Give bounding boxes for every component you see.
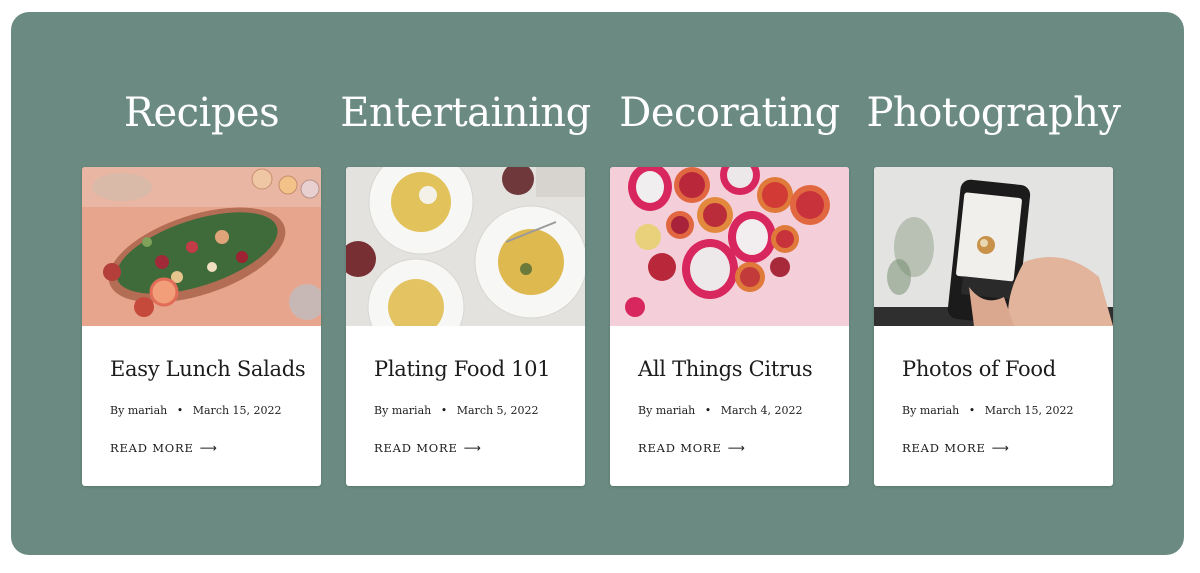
- post-title[interactable]: Easy Lunch Salads: [110, 357, 310, 381]
- read-more-label: READ MORE: [110, 441, 194, 455]
- post-title[interactable]: All Things Citrus: [638, 357, 838, 381]
- arrow-right-icon: ⟶: [463, 441, 482, 455]
- phone-photographing-food-image: [874, 167, 1113, 326]
- post-card[interactable]: Easy Lunch Salads By mariah • March 15, …: [82, 167, 321, 486]
- read-more-label: READ MORE: [902, 441, 986, 455]
- author-prefix: By: [902, 404, 917, 417]
- arrow-right-icon: ⟶: [199, 441, 218, 455]
- arrow-right-icon: ⟶: [727, 441, 746, 455]
- post-thumbnail[interactable]: [346, 167, 585, 326]
- read-more-link[interactable]: READ MORE ⟶: [374, 441, 482, 455]
- category-title[interactable]: Decorating: [580, 90, 879, 136]
- category-title[interactable]: Photography: [844, 90, 1143, 136]
- author-link[interactable]: mariah: [128, 404, 167, 417]
- post-thumbnail[interactable]: [82, 167, 321, 326]
- author-prefix: By: [110, 404, 125, 417]
- separator-dot: •: [176, 404, 184, 417]
- pasta-plates-image: [346, 167, 585, 326]
- read-more-link[interactable]: READ MORE ⟶: [638, 441, 746, 455]
- read-more-link[interactable]: READ MORE ⟶: [902, 441, 1010, 455]
- post-meta: By mariah • March 5, 2022: [374, 404, 539, 417]
- separator-dot: •: [968, 404, 976, 417]
- category-panel: Recipes Easy Lunch Salads By mariah • Ma…: [11, 12, 1184, 555]
- citrus-dragonfruit-image: [610, 167, 849, 326]
- read-more-label: READ MORE: [638, 441, 722, 455]
- author-prefix: By: [638, 404, 653, 417]
- category-title[interactable]: Recipes: [52, 90, 351, 136]
- separator-dot: •: [704, 404, 712, 417]
- post-title[interactable]: Plating Food 101: [374, 357, 574, 381]
- arrow-right-icon: ⟶: [991, 441, 1010, 455]
- post-date: March 15, 2022: [984, 404, 1074, 417]
- post-title[interactable]: Photos of Food: [902, 357, 1102, 381]
- post-thumbnail[interactable]: [874, 167, 1113, 326]
- author-link[interactable]: mariah: [920, 404, 959, 417]
- post-card[interactable]: All Things Citrus By mariah • March 4, 2…: [610, 167, 849, 486]
- post-date: March 5, 2022: [456, 404, 539, 417]
- author-link[interactable]: mariah: [392, 404, 431, 417]
- separator-dot: •: [440, 404, 448, 417]
- post-meta: By mariah • March 4, 2022: [638, 404, 803, 417]
- read-more-link[interactable]: READ MORE ⟶: [110, 441, 218, 455]
- read-more-label: READ MORE: [374, 441, 458, 455]
- post-card[interactable]: Plating Food 101 By mariah • March 5, 20…: [346, 167, 585, 486]
- post-date: March 4, 2022: [720, 404, 803, 417]
- post-thumbnail[interactable]: [610, 167, 849, 326]
- salad-platter-image: [82, 167, 321, 326]
- post-meta: By mariah • March 15, 2022: [110, 404, 282, 417]
- category-title[interactable]: Entertaining: [316, 90, 615, 136]
- post-meta: By mariah • March 15, 2022: [902, 404, 1074, 417]
- author-prefix: By: [374, 404, 389, 417]
- post-card[interactable]: Photos of Food By mariah • March 15, 202…: [874, 167, 1113, 486]
- post-date: March 15, 2022: [192, 404, 282, 417]
- author-link[interactable]: mariah: [656, 404, 695, 417]
